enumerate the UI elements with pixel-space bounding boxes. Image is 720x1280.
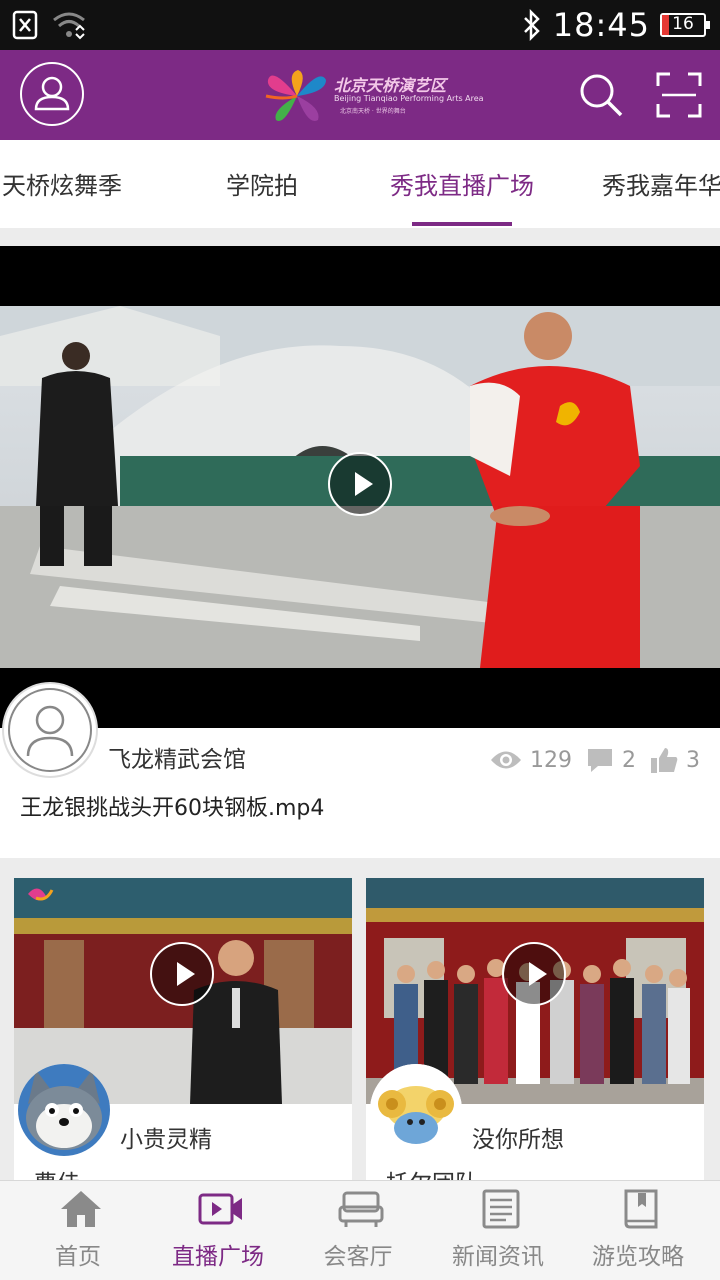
nav-label: 游览攻略 (592, 1244, 684, 1270)
featured-video-player[interactable] (0, 246, 720, 728)
status-bar: 18:45 16 (0, 0, 720, 50)
views-count: 129 (530, 747, 572, 773)
battery-icon: 16 (660, 13, 710, 37)
search-icon (580, 74, 623, 117)
wifi-icon (53, 12, 85, 40)
nav-live-plaza[interactable]: 直播广场 (146, 1181, 290, 1280)
nav-news[interactable]: 新闻资讯 (426, 1181, 570, 1280)
sim-none-icon (12, 10, 38, 40)
author-avatar[interactable] (2, 682, 98, 778)
thumbs-up-icon (651, 748, 678, 773)
cat-avatar-icon (18, 1064, 110, 1156)
battery-level: 16 (672, 14, 694, 34)
card-author-name[interactable]: 小贵灵精 (120, 1120, 212, 1154)
app-header: 北京天桥演艺区 Beijing Tianqiao Performing Arts… (0, 50, 720, 140)
card-author-name[interactable]: 没你所想 (472, 1120, 564, 1154)
bluetooth-icon (523, 9, 540, 41)
comment-icon (588, 749, 612, 772)
profile-icon (34, 76, 70, 111)
likes-stat[interactable]: 3 (650, 746, 700, 774)
logo-subtitle: Beijing Tianqiao Performing Arts Area (334, 94, 484, 103)
tab-academy-shoot[interactable]: 学院拍 (226, 166, 298, 201)
nav-lounge[interactable]: 会客厅 (286, 1181, 430, 1280)
logo-tagline: 北京南天桥 · 世界的舞台 (340, 108, 406, 115)
video-camera-icon (198, 1193, 242, 1225)
video-card[interactable]: 小贵灵精 曹佳 (14, 878, 352, 1180)
nav-home[interactable]: 首页 (6, 1181, 150, 1280)
tab-carnival[interactable]: 秀我嘉年华 (602, 166, 720, 201)
active-tab-indicator (412, 222, 512, 226)
brand-logo: 北京天桥演艺区 Beijing Tianqiao Performing Arts… (262, 66, 484, 126)
scan-button[interactable] (656, 72, 702, 118)
bottom-navigation: 首页 直播广场 会客厅 新闻资讯 游览攻略 (0, 1180, 720, 1280)
nav-label: 首页 (55, 1244, 101, 1270)
likes-count: 3 (686, 747, 700, 773)
app-screen: 18:45 16 北京天桥演艺区 Beijing Tianqiao Perfor… (0, 0, 720, 1280)
featured-video-title[interactable]: 王龙银挑战头开60块钢板.mp4 (20, 790, 324, 822)
profile-button[interactable] (20, 62, 84, 126)
butterfly-logo-icon (265, 70, 326, 121)
category-tabs: 天桥炫舞季 学院拍 秀我直播广场 秀我嘉年华 (0, 140, 720, 228)
views-stat: 129 (490, 748, 572, 773)
guide-book-icon (624, 1189, 658, 1229)
nav-guide[interactable]: 游览攻略 (566, 1181, 710, 1280)
search-button[interactable] (578, 72, 624, 118)
logo-title: 北京天桥演艺区 (334, 76, 447, 95)
featured-video-card[interactable]: 飞龙精武会馆 129 2 3 王龙银挑战头开60块钢板.mp4 (0, 246, 720, 858)
author-avatar[interactable] (370, 1064, 462, 1156)
comments-stat[interactable]: 2 (586, 747, 636, 773)
eye-icon (491, 751, 521, 769)
home-icon (61, 1191, 101, 1227)
video-stats: 129 2 3 (490, 746, 700, 774)
play-button[interactable] (328, 452, 392, 516)
play-button[interactable] (150, 942, 214, 1006)
sofa-icon (338, 1191, 384, 1227)
news-icon (482, 1189, 520, 1229)
card-video-title[interactable]: 曹佳 (34, 1164, 80, 1180)
default-avatar-icon (26, 705, 74, 757)
video-card[interactable]: 没你所想 托尔团队 (366, 878, 704, 1180)
nav-label: 新闻资讯 (452, 1244, 544, 1270)
nav-label: 会客厅 (323, 1244, 393, 1270)
scan-icon (656, 72, 702, 118)
tab-tianqiao-dance[interactable]: 天桥炫舞季 (2, 166, 122, 201)
featured-author-name[interactable]: 飞龙精武会馆 (108, 740, 246, 774)
comments-count: 2 (622, 747, 636, 773)
nav-label: 直播广场 (172, 1244, 264, 1270)
tab-live-plaza[interactable]: 秀我直播广场 (390, 166, 534, 201)
card-video-title[interactable]: 托尔团队 (386, 1164, 478, 1180)
play-button[interactable] (502, 942, 566, 1006)
ram-avatar-icon (370, 1064, 462, 1156)
author-avatar[interactable] (18, 1064, 110, 1156)
clock-time: 18:45 (552, 6, 650, 44)
